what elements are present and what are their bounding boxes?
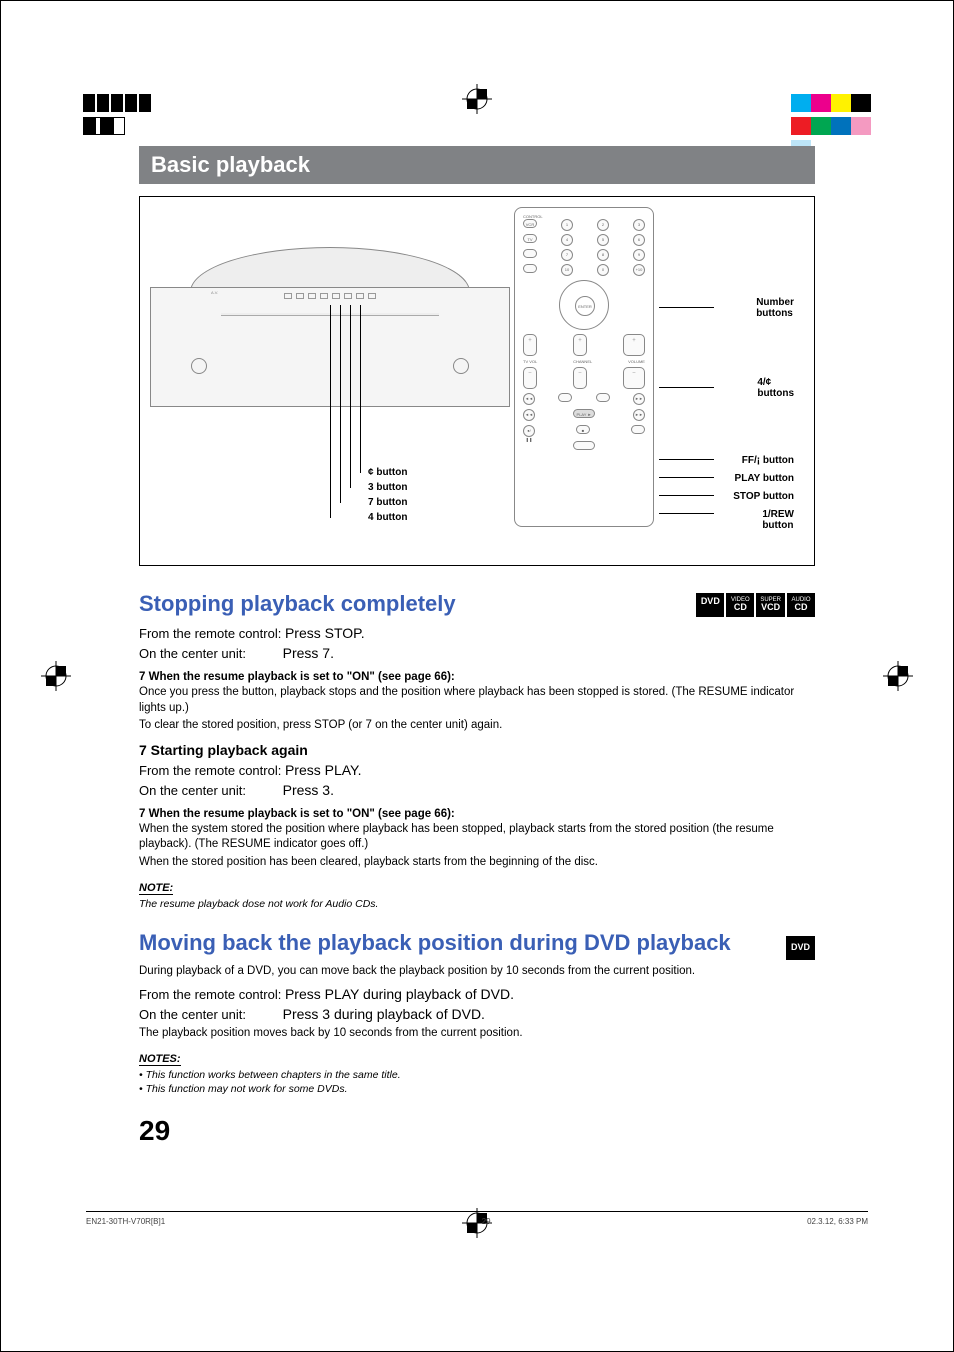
remote-strobe xyxy=(631,425,645,434)
callout-number-buttons: Number buttons xyxy=(756,297,794,319)
resume-on-note-body2: To clear the stored position, press STOP… xyxy=(139,718,815,734)
remote-btn-8: 8 xyxy=(597,249,609,261)
remote-play-icon: PLAY ► xyxy=(573,409,595,418)
footer-right: 02.3.12, 6:33 PM xyxy=(807,1217,868,1226)
device-diagram: A.V. ¢ butto xyxy=(139,196,815,566)
remote-skip-fwd-icon: ►► xyxy=(633,393,645,405)
page-number: 29 xyxy=(139,1115,815,1147)
footer-center: 29 xyxy=(482,1217,491,1226)
note-1: This function works between chapters in … xyxy=(139,1069,815,1081)
remote-tv-vol-down: － xyxy=(523,367,537,389)
remote-btn-5: 5 xyxy=(597,234,609,246)
instruction-unit-2: On the center unit: Press 3. xyxy=(139,782,815,798)
callout-skip-buttons: 4/¢ buttons xyxy=(757,377,794,399)
remote-channel: ＋ xyxy=(573,334,587,356)
remote-rew-icon: ◄◄ xyxy=(523,409,535,421)
registration-mark-icon xyxy=(883,661,913,691)
instruction-remote: From the remote control: Press STOP. xyxy=(139,625,815,641)
instruction-remote: From the remote control: Press PLAY duri… xyxy=(139,986,815,1002)
callout-ff-button: FF/¡ button xyxy=(742,455,794,466)
registration-mark-icon xyxy=(462,84,492,114)
remote-stop-icon: ■ xyxy=(576,425,590,434)
remote-btn-0: 0 xyxy=(597,264,609,276)
remote-tv-vol: ＋ xyxy=(523,334,537,356)
section-stopping-playback: Stopping playback completely DVD VIDEOCD… xyxy=(139,591,815,910)
footer-left: EN21-30TH-V70R[B]1 xyxy=(86,1217,165,1226)
manual-page: Basic playback A.V. xyxy=(0,0,954,1352)
note-body: The resume playback dose not work for Au… xyxy=(139,898,815,910)
section-heading: Moving back the playback position during… xyxy=(139,930,815,956)
resume-on-note-body: Once you press the button, playback stop… xyxy=(139,685,815,716)
remote-btn-6: 6 xyxy=(633,234,645,246)
instruction-unit: On the center unit: Press 3 during playb… xyxy=(139,1006,815,1022)
footer: EN21-30TH-V70R[B]1 29 02.3.12, 6:33 PM xyxy=(86,1211,868,1226)
resume-on-note2-body: When the system stored the position wher… xyxy=(139,822,815,853)
remote-btn-sleep xyxy=(523,249,537,258)
remote-tvvideo xyxy=(558,393,572,402)
resume-on-note-title: 7 When the resume playback is set to "ON… xyxy=(139,671,815,683)
callout-skip-back: 4 button xyxy=(368,512,407,523)
remote-channel-down: － xyxy=(573,367,587,389)
callout-stop-button: STOP button xyxy=(733,491,794,502)
media-badges: DVD VIDEOCD SUPERVCD AUDIOCD xyxy=(696,593,815,617)
crop-bar-right xyxy=(791,94,871,112)
remote-btn-setting xyxy=(523,264,537,273)
remote-muting xyxy=(596,393,610,402)
notes-label: NOTES: xyxy=(139,1053,181,1066)
resume-on-note2-body2: When the stored position has been cleare… xyxy=(139,855,815,871)
remote-btn-tv: TV xyxy=(523,234,537,243)
remote-volume-down: － xyxy=(623,367,645,389)
callout-play: 3 button xyxy=(368,482,407,493)
remote-label: VOLUME xyxy=(628,359,645,364)
remote-btn-3: 3 xyxy=(633,219,645,231)
badge-dvd: DVD xyxy=(786,936,815,959)
title-bar: Basic playback xyxy=(139,146,815,184)
remote-rec-icon: ●/❚❚ xyxy=(523,425,535,437)
registration-mark-icon xyxy=(41,661,71,691)
panel-label: A.V. xyxy=(211,290,218,295)
remote-illustration: CONTROL VCR 1 2 3 TV 4 5 6 xyxy=(514,207,654,527)
remote-btn-2: 2 xyxy=(597,219,609,231)
remote-dimmer xyxy=(573,441,595,450)
remote-btn-10: 10 xyxy=(561,264,573,276)
moving-intro: During playback of a DVD, you can move b… xyxy=(139,964,815,980)
crop-bar-left xyxy=(83,94,163,112)
callout-play-button: PLAY button xyxy=(735,473,794,484)
remote-volume: ＋ xyxy=(623,334,645,356)
remote-btn-1: 1 xyxy=(561,219,573,231)
remote-ff-icon: ►► xyxy=(633,409,645,421)
instruction-unit: On the center unit: Press 7. xyxy=(139,645,815,661)
badge-video-cd: VIDEOCD xyxy=(726,593,754,617)
center-unit-illustration: A.V. ¢ butto xyxy=(150,247,510,507)
remote-label: TV VOL xyxy=(523,359,537,364)
badge-audio-cd: AUDIOCD xyxy=(787,593,815,617)
badge-dvd: DVD xyxy=(696,593,724,617)
remote-enter: ENTER xyxy=(575,296,595,316)
section-moving-back: Moving back the playback position during… xyxy=(139,930,815,1095)
starting-again-heading: 7 Starting playback again xyxy=(139,742,815,758)
note-2: This function may not work for some DVDs… xyxy=(139,1083,815,1095)
resume-on-note2-title: 7 When the resume playback is set to "ON… xyxy=(139,808,815,820)
badge-super-vcd: SUPERVCD xyxy=(756,593,785,617)
callout-rew-button: 1/REW button xyxy=(762,509,794,531)
remote-skip-back-icon: ◄◄ xyxy=(523,393,535,405)
remote-btn-7: 7 xyxy=(561,249,573,261)
moving-body: The playback position moves back by 10 s… xyxy=(139,1026,815,1042)
remote-btn-9: 9 xyxy=(633,249,645,261)
media-badges: DVD xyxy=(786,936,815,959)
callout-stop: 7 button xyxy=(368,497,407,508)
remote-nav-wheel: ENTER xyxy=(559,280,609,330)
page-content: Basic playback A.V. xyxy=(139,146,815,1251)
remote-label: CHANNEL xyxy=(573,359,592,364)
note-label: NOTE: xyxy=(139,882,173,895)
remote-btn-plus10: +10 xyxy=(633,264,645,276)
instruction-remote-2: From the remote control: Press PLAY. xyxy=(139,762,815,778)
remote-btn-4: 4 xyxy=(561,234,573,246)
callout-skip-fwd: ¢ button xyxy=(368,467,407,478)
remote-btn-vcr: VCR xyxy=(523,219,537,228)
